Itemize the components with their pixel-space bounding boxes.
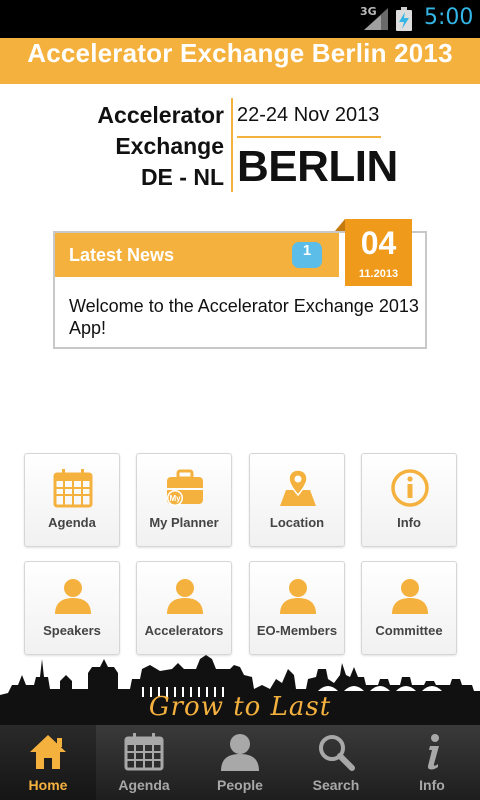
news-date-box: 04 11.2013	[335, 219, 412, 286]
home-icon	[30, 735, 66, 769]
logo-line-2: Exchange	[115, 133, 224, 159]
logo-line-1: Accelerator	[97, 102, 224, 128]
briefcase-icon: My	[167, 469, 203, 506]
logo-line-3: DE - NL	[140, 164, 224, 190]
status-bar: 3G 5:00	[0, 0, 480, 38]
nav-label: People	[217, 777, 263, 793]
clock: 5:00	[424, 5, 474, 30]
nav-home[interactable]: Home	[0, 725, 96, 800]
tile-label: Info	[397, 515, 421, 530]
news-message: Welcome to the Accelerator Exchange 2013…	[69, 296, 419, 338]
tile-label: My Planner	[149, 515, 219, 530]
event-logo: Accelerator Exchange DE - NL 22-24 Nov 2…	[96, 98, 398, 194]
tile-location[interactable]: Location	[249, 453, 345, 547]
logo-divider	[231, 98, 233, 192]
tile-speakers[interactable]: Speakers	[24, 561, 120, 655]
info-icon	[391, 469, 429, 507]
tile-committee[interactable]: Committee	[361, 561, 457, 655]
news-count-badge: 1	[292, 242, 322, 268]
person-icon	[221, 734, 259, 771]
nav-search[interactable]: Search	[288, 725, 384, 800]
bottom-nav: Home Agenda People Search Info	[0, 725, 480, 800]
person-icon	[167, 579, 203, 614]
tile-label: Accelerators	[144, 623, 224, 638]
news-day: 04	[360, 225, 397, 261]
tile-eo-members[interactable]: EO-Members	[249, 561, 345, 655]
tile-label: Speakers	[43, 623, 101, 638]
person-icon	[392, 579, 428, 614]
news-title: Latest News	[69, 245, 175, 265]
tile-label: EO-Members	[256, 623, 338, 638]
tile-accelerators[interactable]: Accelerators	[136, 561, 232, 655]
calendar-icon	[124, 733, 164, 771]
nav-label: Agenda	[118, 777, 170, 793]
nav-info[interactable]: Info	[384, 725, 480, 800]
tile-label: Location	[269, 515, 325, 530]
logo-rule	[237, 136, 381, 138]
news-header: Latest News 1	[55, 233, 339, 277]
svg-text:My: My	[169, 494, 181, 503]
tile-agenda[interactable]: Agenda	[24, 453, 120, 547]
nav-people[interactable]: People	[192, 725, 288, 800]
tile-my-planner[interactable]: My My Planner	[136, 453, 232, 547]
person-icon	[55, 579, 91, 614]
map-pin-icon	[280, 469, 316, 506]
info-icon	[427, 734, 439, 770]
tile-label: Committee	[375, 623, 443, 638]
event-dates: 22-24 Nov 2013	[237, 104, 380, 126]
nav-label: Search	[312, 777, 360, 793]
slogan: Grow to Last	[148, 692, 332, 722]
title-bar: Accelerator Exchange Berlin 2013	[0, 38, 480, 84]
search-icon	[319, 735, 355, 771]
app-title: Accelerator Exchange Berlin 2013	[27, 38, 453, 68]
battery-charging-icon	[396, 7, 412, 31]
calendar-icon	[53, 469, 93, 508]
logo-wordmark: Accelerator Exchange DE - NL	[97, 100, 224, 193]
event-city: BERLIN	[237, 142, 398, 191]
nav-agenda[interactable]: Agenda	[96, 725, 192, 800]
tile-info[interactable]: Info	[361, 453, 457, 547]
nav-label: Home	[28, 777, 68, 793]
tile-label: Agenda	[48, 515, 96, 530]
person-icon	[280, 579, 316, 614]
news-month: 11.2013	[358, 268, 399, 280]
nav-label: Info	[419, 777, 445, 793]
date-box-fold	[335, 219, 345, 231]
signal-icon	[364, 8, 388, 30]
